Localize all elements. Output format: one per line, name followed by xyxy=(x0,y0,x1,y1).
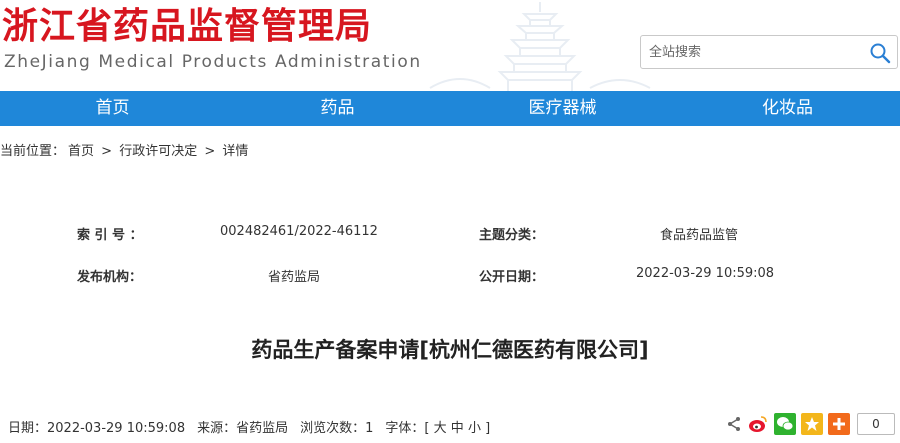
index-label: 索 引 号 ： xyxy=(77,228,143,243)
info-row-org: 发布机构： 省药监局 公开日期： 2022-03-29 10:59:08 xyxy=(0,266,900,286)
qzone-share-icon[interactable] xyxy=(801,413,823,435)
nav-item-cosmetics[interactable]: 化妆品 xyxy=(675,91,900,126)
nav-item-drugs[interactable]: 药品 xyxy=(225,91,450,126)
meta-font-end: ] xyxy=(485,421,491,436)
meta-views-label: 浏览次数： xyxy=(300,421,366,436)
breadcrumb-detail: 详情 xyxy=(222,144,249,159)
org-value: 省药监局 xyxy=(268,270,321,285)
site-logo-en: ZheJiang Medical Products Administration xyxy=(4,52,422,72)
info-row-index: 索 引 号 ： 002482461/2022-46112 主题分类： 食品药品监… xyxy=(0,224,900,244)
site-header: 浙江省药品监督管理局 ZheJiang Medical Products Adm… xyxy=(0,0,900,92)
font-size-small[interactable]: 小 xyxy=(468,421,481,436)
font-size-medium[interactable]: 中 xyxy=(451,421,464,436)
search-input[interactable] xyxy=(649,40,849,64)
date-label: 公开日期： xyxy=(479,270,545,285)
share-bar: 0 xyxy=(726,413,895,435)
meta-source-label: 来源： xyxy=(197,421,237,436)
topic-label: 主题分类： xyxy=(479,228,545,243)
search-box xyxy=(640,35,898,69)
breadcrumb-sep: > xyxy=(101,144,113,159)
meta-views-value: 1 xyxy=(365,421,374,436)
breadcrumb-prefix: 当前位置： xyxy=(0,144,66,159)
date-value: 2022-03-29 10:59:08 xyxy=(636,266,775,281)
nav-item-home[interactable]: 首页 xyxy=(0,91,225,126)
font-size-large[interactable]: 大 xyxy=(434,421,447,436)
meta-source-value: 省药监局 xyxy=(236,421,289,436)
article-title: 药品生产备案申请[杭州仁德医药有限公司] xyxy=(251,338,649,362)
share-count: 0 xyxy=(857,413,895,435)
breadcrumb-admin-license[interactable]: 行政许可决定 xyxy=(119,144,197,159)
weibo-share-icon[interactable] xyxy=(747,413,769,435)
article-meta: 日期：2022-03-29 10:59:08 来源：省药监局 浏览次数：1 字体：[ … xyxy=(8,417,490,436)
breadcrumb-home[interactable]: 首页 xyxy=(68,144,94,159)
site-logo-cn[interactable]: 浙江省药品监督管理局 xyxy=(2,4,372,48)
pagoda-watermark-icon xyxy=(429,2,651,92)
index-value: 002482461/2022-46112 xyxy=(220,224,378,239)
nav-item-medical-devices[interactable]: 医疗器械 xyxy=(450,91,675,126)
search-icon[interactable] xyxy=(869,42,891,64)
meta-date-value: 2022-03-29 10:59:08 xyxy=(47,421,186,436)
meta-font-label: 字体：[ xyxy=(385,421,430,436)
breadcrumb: 当前位置： 首页 > 行政许可决定 > 详情 xyxy=(0,140,251,159)
meta-date-label: 日期： xyxy=(8,421,48,436)
share-icon[interactable] xyxy=(726,416,742,432)
more-share-icon[interactable] xyxy=(828,413,850,435)
topic-value: 食品药品监管 xyxy=(660,228,739,243)
main-nav: 首页 药品 医疗器械 化妆品 xyxy=(0,91,900,126)
breadcrumb-sep: > xyxy=(204,144,216,159)
wechat-share-icon[interactable] xyxy=(774,413,796,435)
org-label: 发布机构： xyxy=(77,270,143,285)
